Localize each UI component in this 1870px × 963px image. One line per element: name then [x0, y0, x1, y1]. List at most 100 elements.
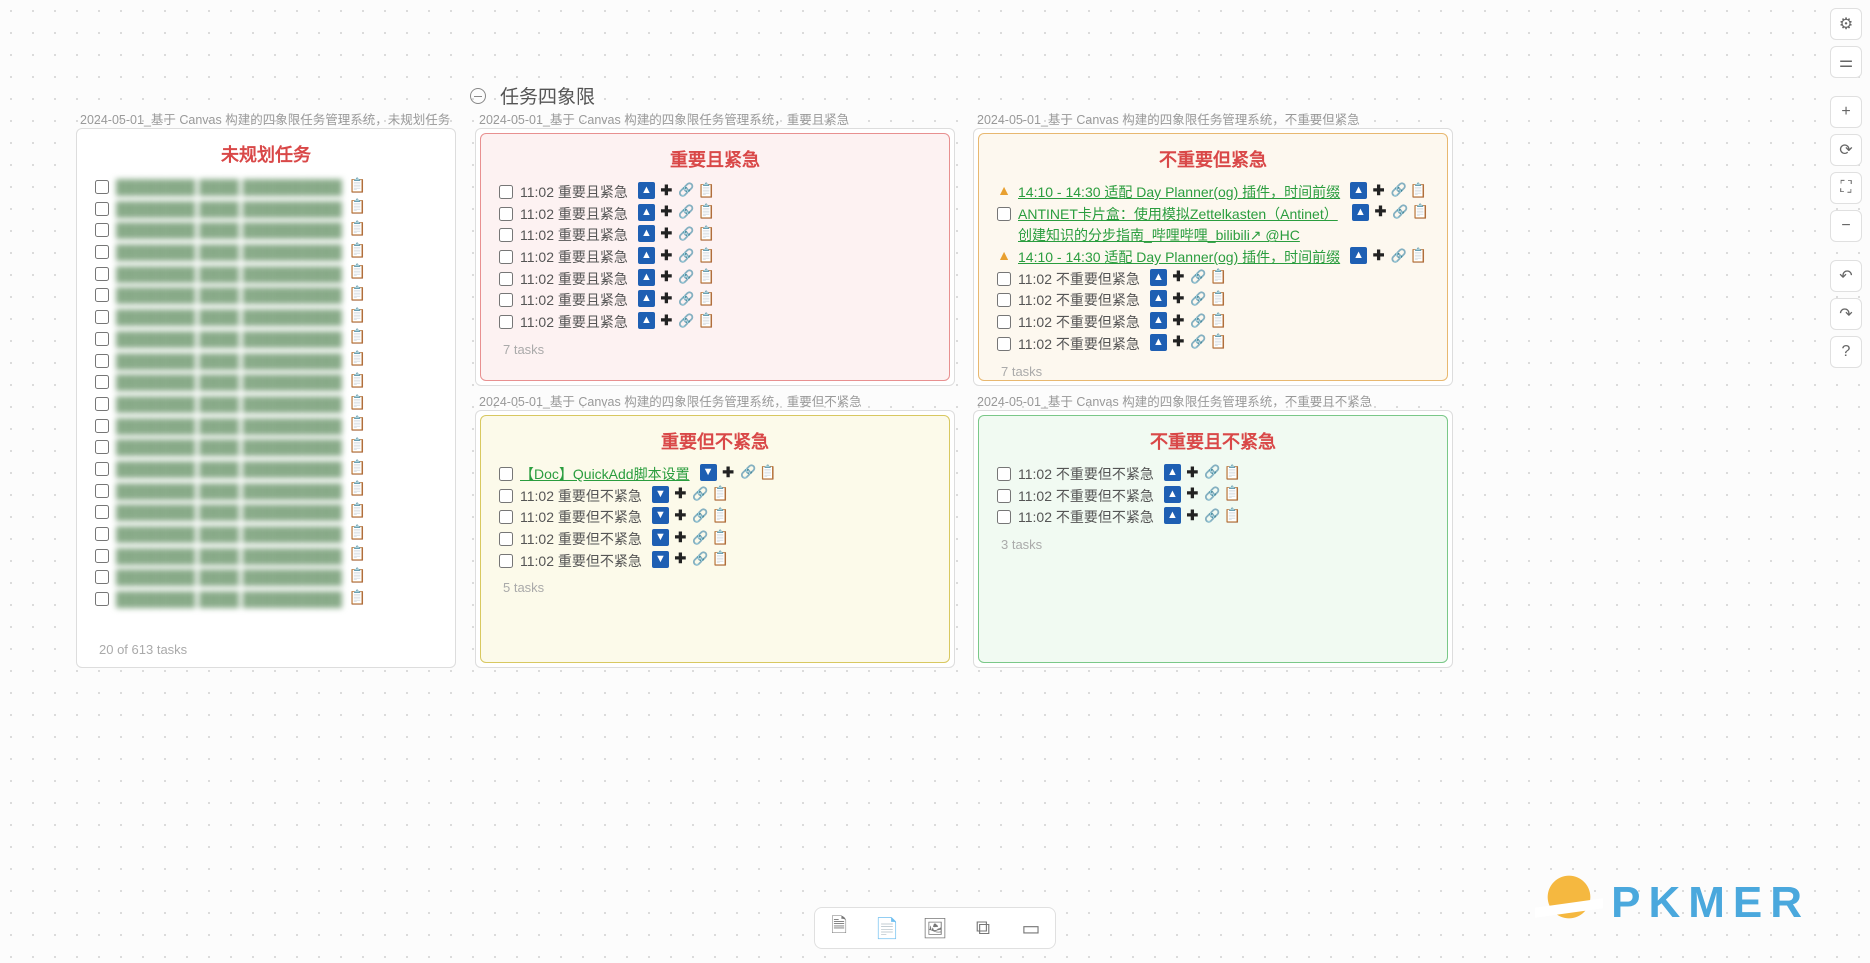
clipboard-icon[interactable]: 📋: [349, 264, 366, 281]
task-row[interactable]: 11:02 重要且紧急▲✚🔗📋: [499, 312, 931, 334]
task-row[interactable]: ████████ ████ ██████████📋: [95, 264, 437, 286]
task-row[interactable]: ████████ ████ ██████████📋: [95, 199, 437, 221]
task-checkbox[interactable]: [95, 310, 109, 324]
add-icon[interactable]: ✚: [1184, 464, 1201, 481]
task-text[interactable]: 11:02 重要且紧急: [520, 247, 628, 269]
clipboard-icon[interactable]: 📋: [1410, 182, 1427, 199]
task-checkbox[interactable]: [95, 397, 109, 411]
clipboard-icon[interactable]: 📋: [698, 247, 715, 264]
task-checkbox[interactable]: [95, 288, 109, 302]
clipboard-icon[interactable]: 📋: [349, 481, 366, 498]
task-text[interactable]: 11:02 不重要但紧急: [1018, 312, 1140, 334]
add-icon[interactable]: ✚: [720, 464, 737, 481]
link-icon[interactable]: 🔗: [1390, 182, 1407, 199]
link-icon[interactable]: 🔗: [692, 551, 709, 568]
clipboard-icon[interactable]: 📋: [712, 486, 729, 503]
task-row[interactable]: ████████ ████ ██████████📋: [95, 329, 437, 351]
new-file-icon[interactable]: 🗎: [825, 914, 853, 942]
clipboard-icon[interactable]: 📋: [698, 225, 715, 242]
task-row[interactable]: ████████ ████ ██████████📋: [95, 351, 437, 373]
add-icon[interactable]: ✚: [1184, 486, 1201, 503]
add-icon[interactable]: ✚: [1184, 507, 1201, 524]
clipboard-icon[interactable]: 📋: [1412, 204, 1429, 221]
task-checkbox[interactable]: [95, 180, 109, 194]
add-icon[interactable]: ✚: [658, 247, 675, 264]
task-text[interactable]: 11:02 不重要但紧急: [1018, 334, 1140, 356]
clipboard-icon[interactable]: 📋: [1210, 312, 1227, 329]
task-checkbox[interactable]: [499, 532, 513, 546]
clipboard-icon[interactable]: 📋: [349, 177, 366, 194]
task-row[interactable]: ████████ ████ ██████████📋: [95, 459, 437, 481]
collapse-icon[interactable]: [470, 88, 486, 104]
task-text[interactable]: 11:02 重要且紧急: [520, 312, 628, 334]
clipboard-icon[interactable]: 📋: [1224, 486, 1241, 503]
clipboard-icon[interactable]: 📋: [698, 182, 715, 199]
add-icon[interactable]: ✚: [1170, 334, 1187, 351]
group-icon[interactable]: ⧉: [969, 914, 997, 942]
clipboard-icon[interactable]: 📋: [349, 524, 366, 541]
task-checkbox[interactable]: [95, 505, 109, 519]
clipboard-icon[interactable]: 📋: [1224, 464, 1241, 481]
clipboard-icon[interactable]: 📋: [349, 220, 366, 237]
task-row[interactable]: ████████ ████ ██████████📋: [95, 502, 437, 524]
task-checkbox[interactable]: [95, 462, 109, 476]
sliders-icon[interactable]: ⚌: [1830, 46, 1862, 78]
clipboard-icon[interactable]: 📋: [698, 204, 715, 221]
task-checkbox[interactable]: [499, 293, 513, 307]
task-row[interactable]: 11:02 不重要但不紧急▲✚🔗📋: [997, 464, 1429, 486]
task-checkbox[interactable]: [499, 467, 513, 481]
task-text[interactable]: ANTINET卡片盒：使用模拟Zettelkasten（Antinet）创建知识…: [1018, 204, 1342, 247]
task-row[interactable]: 11:02 不重要但不紧急▲✚🔗📋: [997, 486, 1429, 508]
add-icon[interactable]: ✚: [672, 529, 689, 546]
add-icon[interactable]: ✚: [1170, 312, 1187, 329]
add-icon[interactable]: ✚: [672, 551, 689, 568]
clipboard-icon[interactable]: 📋: [712, 529, 729, 546]
clipboard-icon[interactable]: 📋: [349, 567, 366, 584]
clipboard-icon[interactable]: 📋: [349, 329, 366, 346]
task-row[interactable]: ████████ ████ ██████████📋: [95, 437, 437, 459]
task-row[interactable]: ████████ ████ ██████████📋: [95, 481, 437, 503]
task-text[interactable]: 11:02 不重要但不紧急: [1018, 464, 1154, 486]
task-checkbox[interactable]: [95, 202, 109, 216]
clipboard-icon[interactable]: 📋: [349, 394, 366, 411]
task-text[interactable]: 11:02 重要但不紧急: [520, 529, 642, 551]
task-checkbox[interactable]: [997, 293, 1011, 307]
clipboard-icon[interactable]: 📋: [349, 546, 366, 563]
task-checkbox[interactable]: [95, 267, 109, 281]
link-icon[interactable]: 🔗: [678, 290, 695, 307]
link-icon[interactable]: 🔗: [678, 182, 695, 199]
task-checkbox[interactable]: [95, 223, 109, 237]
link-icon[interactable]: 🔗: [678, 269, 695, 286]
fullscreen-icon[interactable]: ⛶: [1830, 172, 1862, 204]
task-text[interactable]: 11:02 重要且紧急: [520, 182, 628, 204]
task-row[interactable]: ANTINET卡片盒：使用模拟Zettelkasten（Antinet）创建知识…: [997, 204, 1429, 247]
task-text[interactable]: 11:02 重要但不紧急: [520, 507, 642, 529]
clipboard-icon[interactable]: 📋: [349, 372, 366, 389]
task-row[interactable]: 11:02 不重要但紧急▲✚🔗📋: [997, 334, 1429, 356]
clipboard-icon[interactable]: 📋: [349, 437, 366, 454]
link-icon[interactable]: 🔗: [1190, 290, 1207, 307]
task-checkbox[interactable]: [997, 272, 1011, 286]
task-checkbox[interactable]: [95, 332, 109, 346]
task-row[interactable]: ████████ ████ ██████████📋: [95, 524, 437, 546]
task-checkbox[interactable]: [499, 228, 513, 242]
link-icon[interactable]: 🔗: [1190, 334, 1207, 351]
redo-icon[interactable]: ↷: [1830, 298, 1862, 330]
task-text[interactable]: 11:02 重要但不紧急: [520, 486, 642, 508]
task-checkbox[interactable]: [95, 375, 109, 389]
task-row[interactable]: 11:02 重要但不紧急▼✚🔗📋: [499, 551, 931, 573]
link-icon[interactable]: 🔗: [678, 204, 695, 221]
clipboard-icon[interactable]: 📋: [712, 507, 729, 524]
clipboard-icon[interactable]: 📋: [349, 589, 366, 606]
zoom-out-icon[interactable]: −: [1830, 210, 1862, 242]
task-checkbox[interactable]: [499, 250, 513, 264]
task-text[interactable]: 11:02 不重要但紧急: [1018, 290, 1140, 312]
add-icon[interactable]: ✚: [658, 312, 675, 329]
add-icon[interactable]: ✚: [672, 507, 689, 524]
task-checkbox[interactable]: [997, 337, 1011, 351]
task-row[interactable]: 11:02 不重要但不紧急▲✚🔗📋: [997, 507, 1429, 529]
clipboard-icon[interactable]: 📋: [349, 502, 366, 519]
task-checkbox[interactable]: [95, 419, 109, 433]
settings-icon[interactable]: ⚙: [1830, 8, 1862, 40]
task-text[interactable]: 11:02 重要且紧急: [520, 225, 628, 247]
